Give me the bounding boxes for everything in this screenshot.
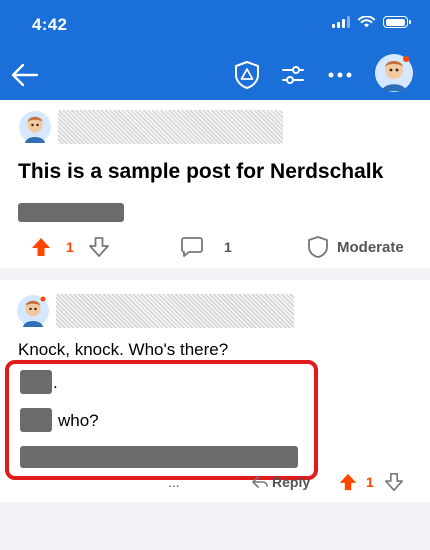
post-comment-count: 1 [224, 239, 232, 255]
comment-text: Knock, knock. Who's there? [18, 340, 229, 359]
reply-arrow-icon [252, 476, 268, 488]
post-vote-controls: 1 [30, 236, 110, 258]
moderate-button[interactable]: Moderate [307, 235, 404, 259]
moderate-label: Moderate [337, 238, 404, 256]
mod-shield-icon[interactable] [232, 60, 262, 90]
reply-label: Reply [272, 474, 311, 490]
back-arrow-icon[interactable] [10, 62, 40, 88]
upvote-icon[interactable] [338, 472, 358, 492]
app-header: 4:42 [0, 0, 430, 100]
reply-button[interactable]: Reply [252, 474, 310, 490]
comment-vote-count: 1 [366, 474, 374, 490]
redacted-post-body [18, 203, 124, 222]
status-icons [332, 16, 411, 28]
highlight-box [5, 360, 318, 480]
upvote-icon[interactable] [30, 236, 52, 258]
empty-bottom-area [0, 502, 430, 550]
more-options-icon[interactable] [325, 60, 355, 90]
post-comments-button[interactable]: 1 [180, 236, 232, 258]
wifi-icon [358, 16, 375, 28]
post-author-avatar[interactable] [18, 110, 52, 144]
downvote-icon[interactable] [88, 236, 110, 258]
downvote-icon[interactable] [384, 472, 404, 492]
battery-icon [383, 16, 411, 28]
comment-bubble-icon [181, 237, 203, 257]
redacted-author-name [58, 110, 283, 144]
sliders-icon[interactable] [278, 60, 308, 90]
comment-author-avatar[interactable] [16, 294, 50, 328]
post-vote-count: 1 [66, 239, 74, 255]
cellular-signal-icon [332, 16, 350, 28]
comment-vote-controls: 1 [338, 472, 404, 492]
post-title: This is a sample post for Nerdschalk [18, 160, 384, 183]
redacted-comment-author [56, 294, 294, 328]
shield-icon [308, 236, 328, 258]
user-avatar[interactable] [374, 53, 414, 93]
comment-more-options[interactable]: ... [168, 474, 180, 490]
status-time: 4:42 [32, 15, 68, 34]
